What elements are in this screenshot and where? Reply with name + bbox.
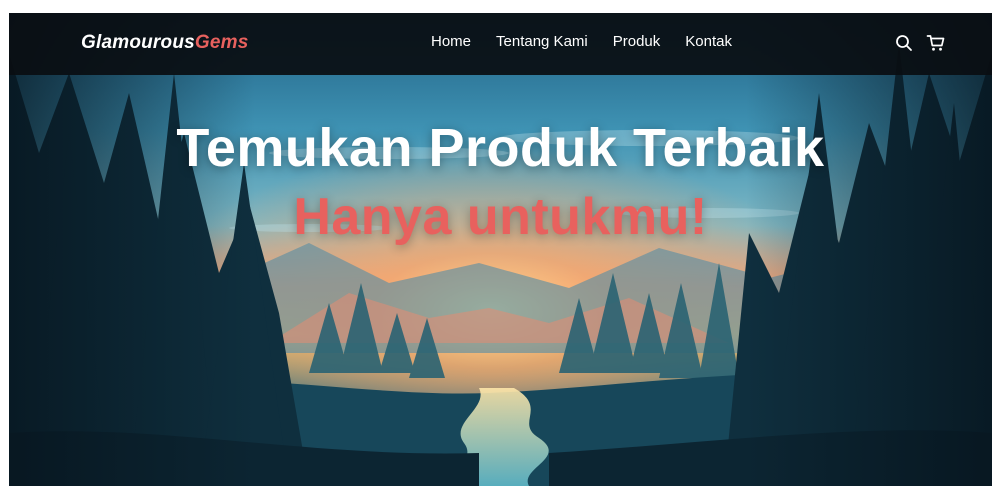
nav-link-produk[interactable]: Produk — [613, 33, 661, 50]
search-icon[interactable] — [894, 33, 914, 53]
brand-name-part2: Gems — [194, 32, 249, 53]
hero-section: GlamourousGems Home Tentang Kami Produk … — [9, 13, 992, 486]
cart-icon[interactable] — [926, 33, 946, 53]
nav-link-kontak[interactable]: Kontak — [685, 33, 732, 50]
brand-name-part1: Glamourous — [81, 32, 195, 53]
hero-background-image — [9, 13, 992, 486]
hero-subheadline: Hanya untukmu! — [293, 188, 708, 246]
navbar: GlamourousGems Home Tentang Kami Produk … — [9, 13, 992, 75]
brand-logo[interactable]: GlamourousGems — [81, 32, 249, 54]
nav-link-tentang-kami[interactable]: Tentang Kami — [496, 33, 588, 50]
hero-headline: Temukan Produk Terbaik — [176, 118, 825, 178]
nav-icons — [894, 33, 946, 53]
main-nav: Home Tentang Kami Produk Kontak — [431, 33, 732, 50]
nav-link-home[interactable]: Home — [431, 33, 471, 50]
